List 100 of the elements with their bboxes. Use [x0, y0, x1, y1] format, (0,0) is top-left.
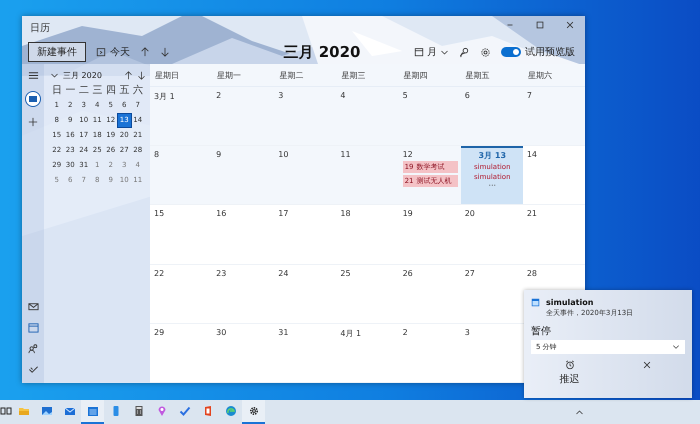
day-number: 26: [402, 268, 414, 278]
day-cell[interactable]: 27: [460, 264, 523, 323]
day-number: 24: [278, 268, 290, 278]
day-cell[interactable]: 26: [398, 264, 461, 323]
calendar-icon[interactable]: [28, 322, 38, 333]
day-cell[interactable]: 3: [460, 324, 523, 382]
chevron-down-icon: [440, 48, 449, 56]
weekday-header: 星期四: [402, 70, 429, 82]
day-cell[interactable]: 30: [212, 324, 274, 382]
day-cell[interactable]: 4月 1: [336, 324, 399, 382]
toggle-label: 试用预览版: [525, 46, 575, 59]
day-number: 14: [526, 150, 538, 160]
day-cell[interactable]: 17: [274, 205, 336, 264]
day-cell[interactable]: 8: [150, 146, 212, 204]
day-number: 19: [402, 209, 414, 218]
weekday-label: 五: [118, 84, 130, 97]
day-cell[interactable]: 29: [150, 324, 212, 382]
day-cell[interactable]: 19: [398, 205, 461, 264]
today-button[interactable]: 今天: [96, 45, 130, 59]
notification-title: simulation: [546, 298, 594, 307]
mini-calendar-title: 三月 2020: [63, 70, 103, 81]
month-title: 三月 2020: [282, 42, 362, 62]
mail-icon[interactable]: [28, 301, 38, 312]
day-cell[interactable]: 3: [274, 87, 336, 146]
chevron-down-icon: [672, 343, 680, 351]
day-cell[interactable]: 11: [336, 146, 399, 204]
day-cell[interactable]: 2: [212, 87, 274, 146]
day-cell[interactable]: 10: [274, 146, 336, 204]
weekday-label: 三: [91, 84, 104, 97]
day-cell[interactable]: 23: [212, 264, 274, 323]
day-number: 3月 1: [154, 91, 176, 102]
day-number: 25: [340, 268, 352, 278]
day-cell[interactable]: 6: [460, 87, 523, 146]
day-cell[interactable]: 31: [274, 324, 336, 382]
close-icon[interactable]: [565, 20, 575, 30]
envelope-icon: [64, 405, 76, 417]
task-view-icon: [0, 405, 12, 417]
day-cell[interactable]: 15: [150, 205, 212, 264]
day-number: 4月 1: [340, 328, 362, 339]
people-icon[interactable]: [28, 343, 38, 354]
day-number: 21: [526, 209, 538, 218]
day-cell[interactable]: 14: [522, 146, 585, 204]
day-number: 8: [154, 150, 160, 160]
window-title: 日历: [30, 22, 50, 35]
checkmark-icon: [178, 405, 190, 417]
calendar-icon: [414, 47, 424, 57]
day-number: 16: [216, 209, 228, 218]
day-cell[interactable]: 20: [460, 205, 523, 264]
day-cell[interactable]: 25: [336, 264, 399, 323]
plus-icon[interactable]: [28, 117, 38, 127]
up-arrow-icon[interactable]: [124, 71, 133, 80]
weekday-header: 星期五: [464, 70, 491, 82]
down-arrow-icon[interactable]: [160, 47, 170, 57]
day-number: 3: [278, 91, 284, 100]
weekday-label: 日: [50, 84, 63, 97]
todo-check-icon[interactable]: [28, 364, 38, 375]
day-cell[interactable]: 9: [212, 146, 274, 204]
day-cell[interactable]: 16: [212, 205, 274, 264]
day-cell[interactable]: 22: [150, 264, 212, 323]
map-pin-icon: [156, 405, 168, 417]
calendar-day-icon: [96, 47, 106, 57]
maximize-icon[interactable]: [535, 20, 545, 30]
day-number: 9: [216, 150, 222, 160]
calendar-icon: [531, 298, 540, 307]
calculator-icon: [132, 405, 144, 417]
day-cell[interactable]: 2: [398, 324, 461, 382]
day-cell[interactable]: 21: [522, 205, 585, 264]
day-number: 3: [464, 328, 471, 337]
day-number: 4: [340, 91, 347, 100]
day-cell[interactable]: 4: [336, 87, 399, 146]
day-number: 3月 13: [478, 150, 506, 162]
snooze-button[interactable]: 推迟: [531, 360, 608, 386]
preview-toggle[interactable]: [501, 47, 521, 57]
day-cell[interactable]: 18: [336, 205, 399, 264]
alarm-clock-icon: [564, 360, 574, 370]
more-events-link[interactable]: ···: [488, 183, 496, 190]
chevron-down-icon[interactable]: [50, 71, 59, 80]
menu-icon[interactable]: [28, 70, 38, 81]
day-number: 31: [278, 328, 290, 337]
weekday-label: 四: [104, 84, 117, 97]
view-dropdown[interactable]: 月: [414, 45, 449, 59]
up-arrow-icon[interactable]: [140, 47, 150, 57]
new-event-button[interactable]: 新建事件: [28, 42, 86, 62]
down-arrow-icon[interactable]: [137, 71, 146, 80]
day-number: 12: [402, 150, 414, 160]
weekday-header: 星期日: [154, 70, 180, 82]
day-cell[interactable]: 3月 1: [150, 87, 212, 146]
calendar-icon: [86, 405, 98, 417]
day-number: 18: [340, 209, 352, 218]
day-cell[interactable]: 24: [274, 264, 336, 323]
chevron-up-icon[interactable]: [575, 408, 584, 416]
day-number: 2: [216, 91, 222, 100]
day-number: 27: [464, 268, 476, 278]
settings-icon: [248, 405, 260, 417]
day-cell[interactable]: 5: [398, 87, 461, 146]
account-icon[interactable]: [25, 91, 41, 107]
taskbar-app[interactable]: [242, 400, 265, 424]
day-number: 2: [402, 328, 409, 337]
settings-icon[interactable]: [480, 46, 491, 58]
day-cell[interactable]: 7: [522, 87, 585, 146]
